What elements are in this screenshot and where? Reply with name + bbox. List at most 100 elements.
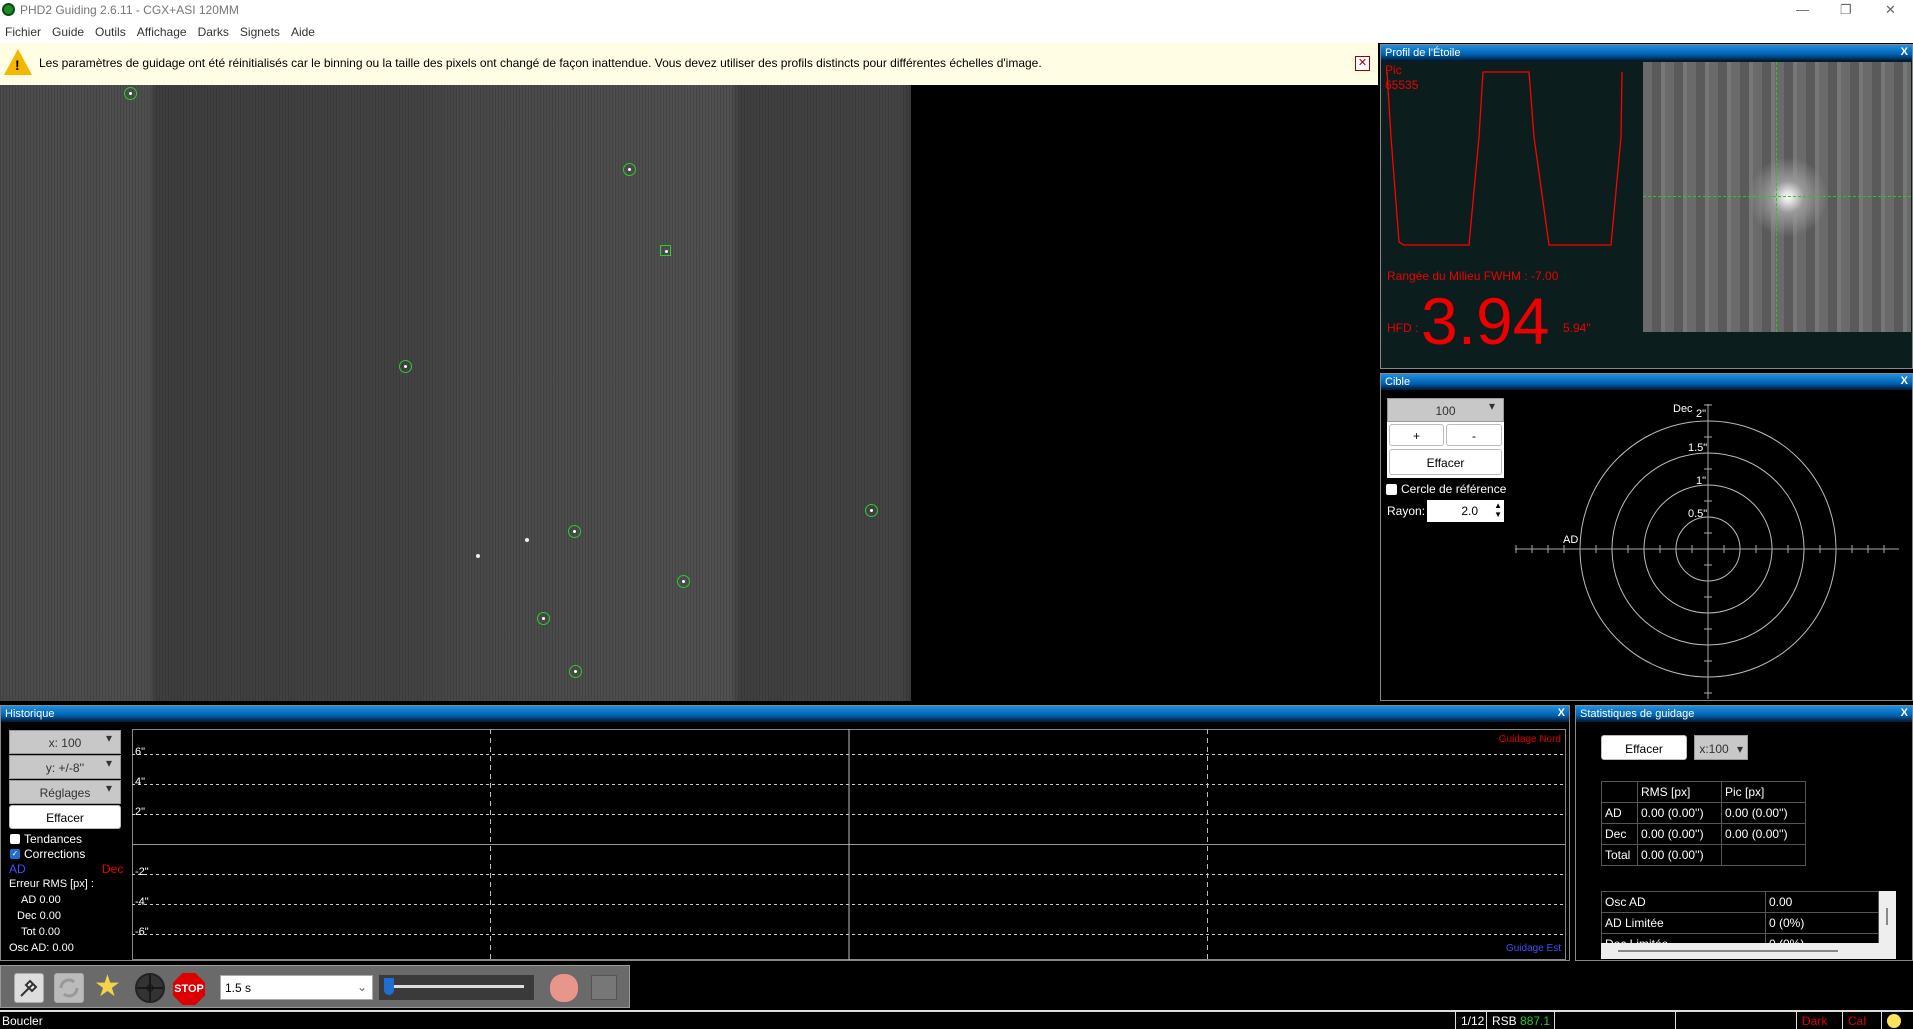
y-scale-dropdown[interactable]: y: +/-8'' ▾ bbox=[9, 755, 121, 779]
star-marker[interactable] bbox=[399, 360, 412, 373]
history-graph bbox=[132, 729, 1566, 960]
dec-axis-label: Dec bbox=[1673, 403, 1693, 415]
minimize-button[interactable]: — bbox=[1796, 2, 1809, 17]
rms-tot: Tot 0.00 bbox=[21, 926, 61, 938]
snr-indicator: RSB 887.1 bbox=[1486, 1012, 1555, 1029]
frame-counter: 1/12 bbox=[1455, 1012, 1489, 1029]
star-marker[interactable] bbox=[623, 163, 636, 176]
cell: Total bbox=[1601, 844, 1638, 866]
settings-dropdown[interactable]: Réglages ▾ bbox=[9, 780, 121, 804]
profile-line bbox=[1386, 71, 1623, 246]
close-panel-button[interactable]: X bbox=[1558, 707, 1565, 719]
table-row: AD Limitée 0 (0%) bbox=[1601, 912, 1879, 934]
cell: 0.00 (0.00'') bbox=[1637, 823, 1722, 845]
status-cell bbox=[1675, 1012, 1796, 1029]
rms-ad: AD 0.00 bbox=[21, 894, 61, 906]
osc-ad: Osc AD: 0.00 bbox=[9, 942, 74, 954]
panel-title: Statistiques de guidage bbox=[1580, 708, 1695, 720]
dark-label: Dark bbox=[1802, 1014, 1828, 1028]
ring-label: 1" bbox=[1696, 475, 1707, 487]
selected-star-box[interactable] bbox=[660, 245, 671, 256]
star-marker[interactable] bbox=[865, 504, 878, 517]
stats-x-scale-dropdown[interactable]: x:100 ▾ bbox=[1694, 735, 1748, 760]
trends-checkbox[interactable] bbox=[10, 834, 20, 844]
cell: AD Limitée bbox=[1601, 912, 1766, 934]
stats-list-scrollview[interactable]: Osc AD0.00 AD Limitée0 (0%) Dec Limitée0… bbox=[1601, 891, 1896, 959]
close-window-button[interactable]: ✕ bbox=[1885, 2, 1896, 18]
table-row: Dec 0.00 (0.00'') 0.00 (0.00'') bbox=[1601, 823, 1806, 845]
ring-label: 1.5" bbox=[1688, 442, 1708, 454]
loop-button[interactable] bbox=[54, 973, 84, 1003]
history-panel: Historique X x: 100 ▾ y: +/-8'' ▾ Réglages ▾… bbox=[0, 705, 1570, 961]
star-marker[interactable] bbox=[124, 87, 137, 100]
settings-label: Réglages bbox=[39, 786, 91, 800]
menu-signets[interactable]: Signets bbox=[235, 21, 286, 39]
exposure-dropdown[interactable]: 1.5 s ⌄ bbox=[220, 975, 373, 1000]
star-marker[interactable] bbox=[537, 612, 550, 625]
x-scale-value: x: 100 bbox=[48, 736, 82, 750]
cell: 0.00 (0.00'') bbox=[1721, 802, 1806, 824]
cell: 0 (0%) bbox=[1765, 912, 1879, 934]
close-panel-button[interactable]: X bbox=[1901, 46, 1908, 58]
clear-stats-button[interactable]: Effacer bbox=[1601, 735, 1687, 760]
star-marker[interactable] bbox=[568, 525, 581, 538]
image-background bbox=[911, 85, 1376, 701]
close-panel-button[interactable]: X bbox=[1901, 707, 1908, 719]
chevron-down-icon: ▾ bbox=[105, 781, 112, 795]
clear-history-button[interactable]: Effacer bbox=[9, 805, 121, 829]
table-row: Total 0.00 (0.00'') bbox=[1601, 844, 1806, 866]
stats-table: RMS [px] Pic [px] AD 0.00 (0.00'') 0.00 (0.… bbox=[1601, 781, 1806, 866]
peak-value: 65535 bbox=[1385, 78, 1419, 92]
hfd-label: HFD : bbox=[1387, 321, 1419, 335]
frame-counter-value: 1/12 bbox=[1461, 1014, 1485, 1028]
corrections-checkbox[interactable]: ✓ bbox=[10, 849, 20, 859]
hfd-value: 3.94 bbox=[1421, 284, 1550, 358]
slider-thumb[interactable] bbox=[384, 978, 394, 995]
hfd-arcsec: 5.94" bbox=[1563, 321, 1591, 335]
target-panel: Cible X 100 ▾ + - Effacer Cercle de référe… bbox=[1380, 373, 1913, 701]
star-profile-panel: Profil de l'Étoile X Pic 65535 Rangée du … bbox=[1380, 44, 1913, 369]
camera-image[interactable] bbox=[0, 85, 911, 701]
stop-button[interactable]: STOP bbox=[173, 973, 205, 1005]
star-marker[interactable] bbox=[569, 665, 582, 678]
menu-affichage[interactable]: Affichage bbox=[132, 21, 193, 39]
ad-axis-label: AD bbox=[1563, 534, 1579, 546]
brain-settings-icon[interactable] bbox=[550, 974, 578, 1002]
menu-fichier[interactable]: Fichier bbox=[0, 21, 47, 39]
gamma-slider[interactable] bbox=[379, 975, 534, 1000]
cal-label: Cal bbox=[1848, 1014, 1867, 1028]
y-label: -4" bbox=[135, 896, 149, 908]
guide-button[interactable] bbox=[135, 973, 165, 1003]
calibration-indicator: Cal bbox=[1842, 1012, 1871, 1029]
vertical-scrollbar[interactable] bbox=[1886, 908, 1888, 925]
horizontal-scrollbar[interactable] bbox=[1618, 950, 1838, 952]
east-guide-label: Guidage Est bbox=[1505, 943, 1561, 954]
exposure-value: 1.5 s bbox=[225, 981, 252, 995]
menu-guide[interactable]: Guide bbox=[47, 21, 90, 39]
camera-settings-icon[interactable] bbox=[591, 975, 617, 1000]
x-scale-dropdown[interactable]: x: 100 ▾ bbox=[9, 730, 121, 754]
table-row: AD 0.00 (0.00'') 0.00 (0.00'') bbox=[1601, 802, 1806, 824]
star-marker[interactable] bbox=[677, 575, 690, 588]
header-cell: RMS [px] bbox=[1637, 781, 1722, 803]
maximize-button[interactable]: ❐ bbox=[1840, 2, 1852, 18]
menu-outils[interactable]: Outils bbox=[90, 21, 132, 39]
cell: Dec bbox=[1601, 823, 1638, 845]
cell: 0.00 (0.00'') bbox=[1637, 844, 1722, 866]
star bbox=[525, 538, 529, 542]
y-label: -6" bbox=[135, 926, 149, 938]
north-guide-label: Guidage Nord bbox=[1498, 734, 1561, 745]
connect-equipment-button[interactable] bbox=[14, 973, 44, 1003]
cell: 0.00 (0.00'') bbox=[1721, 823, 1806, 845]
table-row: Osc AD 0.00 bbox=[1601, 891, 1879, 913]
guide-stats-panel: Statistiques de guidage X Effacer x:100 ▾ … bbox=[1575, 705, 1913, 961]
auto-select-star-icon[interactable]: ★ bbox=[94, 972, 126, 1004]
menu-aide[interactable]: Aide bbox=[286, 21, 321, 39]
cell: AD bbox=[1601, 802, 1638, 824]
chevron-down-icon: ▾ bbox=[105, 731, 112, 745]
guide-state-indicator bbox=[1881, 1012, 1913, 1029]
close-warning-button[interactable]: ✕ bbox=[1355, 56, 1370, 71]
menu-darks[interactable]: Darks bbox=[193, 21, 235, 39]
chevron-down-icon: ▾ bbox=[1736, 742, 1743, 756]
chevron-down-icon: ▾ bbox=[105, 756, 112, 770]
